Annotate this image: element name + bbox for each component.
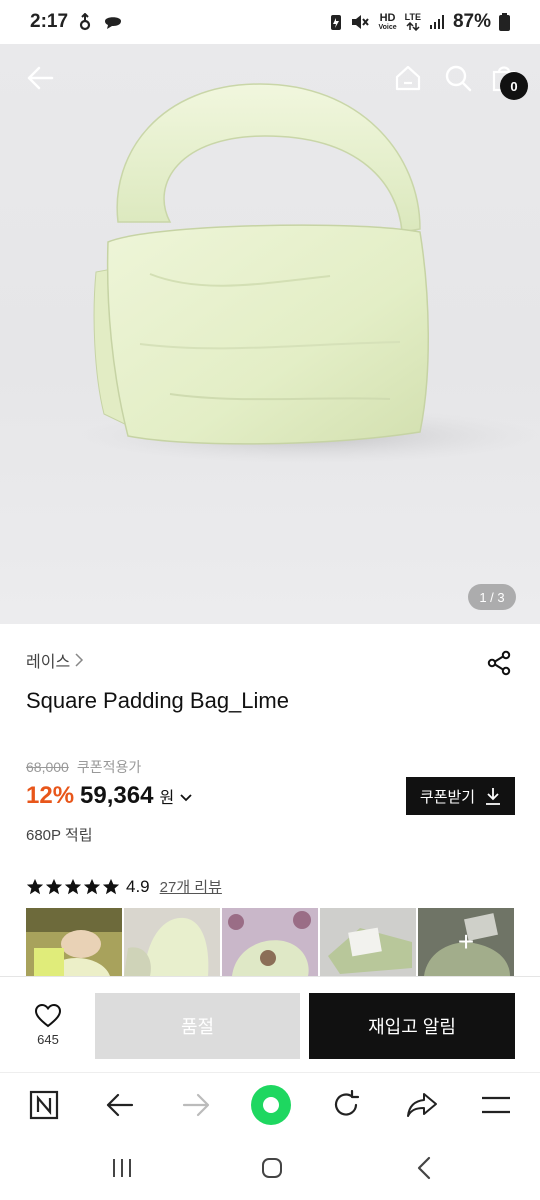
coupon-button-label: 쿠폰받기 (419, 788, 476, 806)
search-button[interactable] (438, 58, 478, 98)
share-button[interactable] (484, 648, 514, 678)
chat-icon (102, 13, 124, 31)
star-icon (26, 878, 44, 894)
naver-n-icon (29, 1090, 59, 1120)
search-icon (445, 65, 472, 92)
plus-icon: + (457, 926, 475, 957)
restock-alert-button[interactable]: 재입고 알림 (309, 993, 515, 1059)
review-photo[interactable] (124, 908, 220, 976)
recent-apps-icon (113, 1159, 131, 1177)
refresh-button[interactable] (324, 1083, 368, 1127)
product-title: Square Padding Bag_Lime (26, 688, 289, 713)
review-photo[interactable] (222, 908, 318, 976)
recent-apps-button[interactable] (102, 1152, 142, 1184)
reward-points: 680P 적립 (26, 827, 93, 844)
arrow-right-icon (182, 1093, 210, 1117)
download-icon (486, 788, 501, 805)
review-photo[interactable] (26, 908, 122, 976)
product-image-carousel[interactable]: 1 / 3 (0, 44, 540, 624)
share-page-button[interactable] (400, 1083, 444, 1127)
review-photo-more[interactable]: + (418, 908, 514, 976)
rating-row: 4.9 27개 리뷰 (26, 876, 222, 897)
original-price: 68,000 (26, 759, 69, 775)
menu-button[interactable] (474, 1083, 518, 1127)
share-icon (487, 650, 511, 676)
sale-price: 59,364 (80, 782, 154, 809)
system-back-button[interactable] (404, 1152, 444, 1184)
chevron-down-icon (180, 794, 192, 802)
review-photo-strip: + (26, 908, 515, 976)
currency-unit: 원 (159, 790, 175, 807)
brand-name: 레이스 (26, 654, 71, 671)
refresh-icon (334, 1090, 360, 1116)
product-photo (80, 83, 540, 464)
rating-value: 4.9 (126, 876, 150, 896)
lte-icon: LTE (405, 13, 421, 31)
system-home-button[interactable] (252, 1152, 292, 1184)
naver-home-button[interactable] (22, 1083, 66, 1127)
price-row[interactable]: 12% 59,364 원 (26, 782, 192, 810)
battery-icon (499, 13, 510, 31)
soldout-button[interactable]: 품절 (95, 993, 300, 1059)
coupon-price-note: 쿠폰적용가 (76, 759, 142, 775)
brand-link[interactable]: 레이스 (26, 648, 84, 672)
status-bar: 2:17 HD Voice LTE 87% (0, 0, 540, 44)
back-button[interactable] (20, 58, 60, 98)
browser-back-button[interactable] (98, 1083, 142, 1127)
forward-share-icon (407, 1093, 437, 1117)
get-coupon-button[interactable]: 쿠폰받기 (406, 777, 515, 815)
star-icon (83, 878, 101, 894)
lte-label: LTE (404, 12, 421, 22)
review-photo[interactable] (320, 908, 416, 976)
back-arrow-icon (27, 66, 54, 90)
green-dot-button[interactable] (249, 1083, 293, 1127)
mute-icon (350, 13, 370, 31)
hd-voice-icon: HD Voice (378, 11, 397, 32)
star-icon (102, 878, 120, 894)
home-button[interactable] (388, 58, 428, 98)
like-count: 645 (37, 1032, 59, 1047)
star-icon (45, 878, 63, 894)
cart-count-badge: 0 (500, 72, 528, 100)
battery-saver-icon (330, 13, 342, 31)
hamburger-menu-icon (482, 1096, 510, 1114)
sync-icon (78, 13, 92, 31)
browser-forward-button[interactable] (174, 1083, 218, 1127)
signal-icon (429, 14, 445, 30)
original-price-row: 68,000 쿠폰적용가 (26, 757, 141, 777)
image-pager: 1 / 3 (468, 584, 516, 610)
image-top-nav (0, 44, 540, 114)
status-time: 2:17 (30, 11, 69, 32)
chevron-right-icon (75, 653, 84, 667)
review-count-link[interactable]: 27개 리뷰 (160, 876, 222, 897)
hd-label: HD (379, 11, 396, 24)
battery-percent: 87% (452, 11, 491, 32)
voice-label: Voice (378, 23, 397, 31)
chevron-left-icon (417, 1156, 431, 1180)
heart-icon (35, 1004, 61, 1028)
star-rating (26, 878, 120, 896)
home-rounded-square-icon (262, 1158, 282, 1178)
star-icon (64, 878, 82, 894)
green-dot-icon (251, 1085, 291, 1125)
arrow-left-icon (106, 1093, 134, 1117)
discount-rate: 12% (26, 782, 75, 809)
home-icon (395, 65, 421, 91)
like-button[interactable]: 645 (22, 1004, 74, 1054)
